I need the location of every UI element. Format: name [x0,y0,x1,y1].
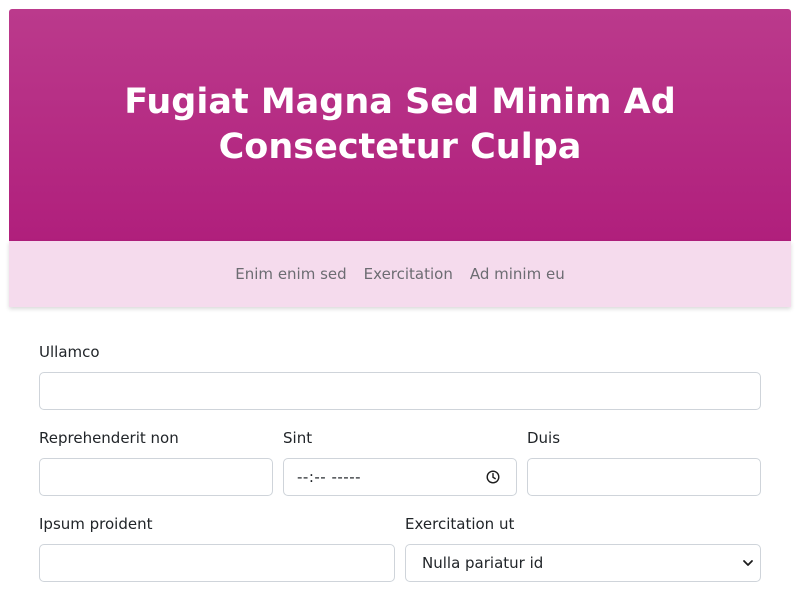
ullamco-input[interactable] [40,373,760,409]
duis-field-container [527,458,761,496]
nav-link-ad-minim-eu[interactable]: Ad minim eu [470,265,565,283]
reprehenderit-label: Reprehenderit non [39,429,179,447]
ipsum-proident-field-container [39,544,395,582]
duis-input[interactable] [528,459,760,495]
exercitation-ut-select[interactable]: Nulla pariatur id [405,544,761,582]
exercitation-ut-selected-value: Nulla pariatur id [422,554,544,572]
nav-link-enim-enim-sed[interactable]: Enim enim sed [235,265,346,283]
sint-label: Sint [283,429,313,447]
reprehenderit-field-container [39,458,273,496]
sint-time-input[interactable]: --:-- ----- [283,458,517,496]
ullamco-label: Ullamco [39,343,100,361]
duis-label: Duis [527,429,561,447]
page-title: Fugiat Magna Sed Minim Ad Consectetur Cu… [124,82,676,167]
chevron-down-icon [743,560,753,566]
sint-time-value: --:-- ----- [297,468,362,486]
exercitation-ut-label: Exercitation ut [405,515,515,533]
page-header: Fugiat Magna Sed Minim Ad Consectetur Cu… [9,9,791,241]
sub-navigation: Enim enim sed Exercitation Ad minim eu [9,241,791,307]
nav-link-exercitation[interactable]: Exercitation [364,265,453,283]
reprehenderit-input[interactable] [40,459,272,495]
ipsum-proident-input[interactable] [40,545,394,581]
ipsum-proident-label: Ipsum proident [39,515,153,533]
ullamco-field-container [39,372,761,410]
clock-icon[interactable] [486,470,500,484]
